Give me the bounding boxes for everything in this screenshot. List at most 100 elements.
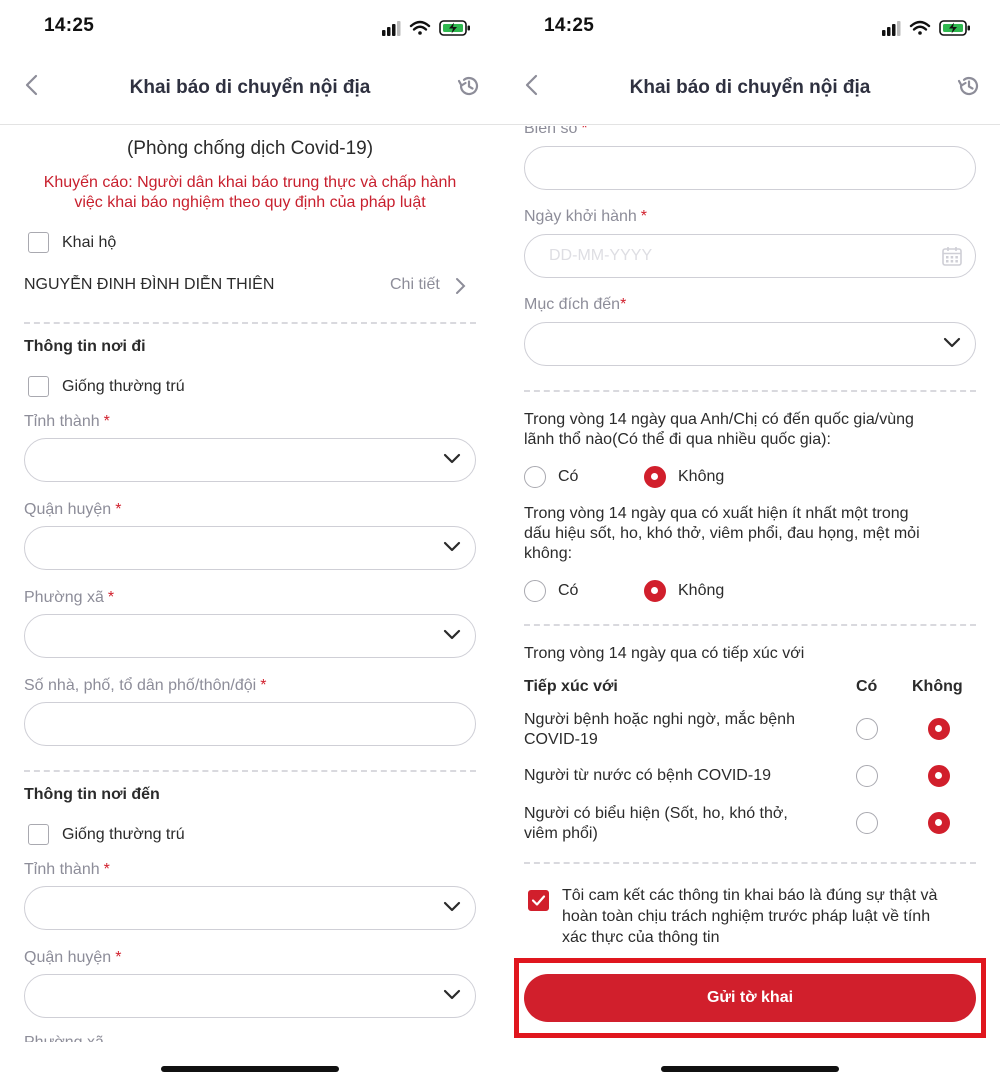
departure-date-placeholder: DD-MM-YYYY — [549, 247, 653, 264]
contact-1-yes-radio[interactable] — [856, 718, 878, 740]
status-time: 14:25 — [44, 15, 95, 36]
form-scroll-left[interactable]: (Phòng chống dịch Covid-19) Khuyến cáo: … — [0, 126, 500, 1042]
origin-district-label: Quận huyện * — [24, 501, 122, 518]
history-icon[interactable] — [456, 73, 482, 99]
commit-line-1: Tôi cam kết các thông tin khai báo là đú… — [562, 887, 938, 904]
history-icon[interactable] — [956, 73, 982, 99]
home-indicator[interactable] — [161, 1066, 339, 1072]
checkmark-icon — [531, 895, 546, 906]
form-scroll-right[interactable]: Biển số * Ngày khởi hành * DD-MM-YYYY Mục … — [500, 126, 1000, 1042]
contact-3-no-radio[interactable] — [928, 812, 950, 834]
q1-yes-radio[interactable] — [524, 466, 546, 488]
status-icons — [382, 20, 470, 36]
destination-same-residence-label: Giống thường trú — [62, 826, 185, 843]
contact-3-yes-radio[interactable] — [856, 812, 878, 834]
divider — [524, 390, 976, 392]
destination-section-title: Thông tin nơi đến — [24, 786, 160, 803]
origin-province-select[interactable] — [24, 438, 476, 482]
chevron-down-icon — [443, 453, 461, 464]
q2-yes-radio[interactable] — [524, 580, 546, 602]
contact-row-1-line-1: Người bệnh hoặc nghi ngờ, mắc bệnh — [524, 711, 795, 728]
left-screen: 14:25 Khai báo di chuyển nội địa (Phòng … — [0, 0, 500, 1082]
contact-1-no-radio[interactable] — [928, 718, 950, 740]
khai-ho-label: Khai hộ — [62, 234, 117, 251]
departure-label: Ngày khởi hành * — [524, 208, 648, 225]
purpose-label: Mục đích đến* — [524, 296, 627, 313]
warning-line-2: việc khai báo nghiệm theo quy định của p… — [74, 194, 426, 211]
right-screen: 14:25 Khai báo di chuyển nội địa Biển số… — [500, 0, 1000, 1082]
origin-address-input[interactable] — [24, 702, 476, 746]
status-bar: 14:25 — [0, 0, 500, 55]
nav-bar: Khai báo di chuyển nội địa — [500, 55, 1000, 125]
signal-icon — [882, 21, 901, 36]
nav-bar: Khai báo di chuyển nội địa — [0, 55, 500, 125]
origin-section-title: Thông tin nơi đi — [24, 338, 146, 355]
origin-province-label: Tỉnh thành * — [24, 413, 110, 430]
plate-input[interactable] — [524, 146, 976, 190]
departure-date-input[interactable]: DD-MM-YYYY — [524, 234, 976, 278]
page-title: Khai báo di chuyển nội địa — [129, 77, 371, 98]
home-indicator[interactable] — [661, 1066, 839, 1072]
destination-district-label: Quận huyện * — [24, 949, 122, 966]
divider — [24, 770, 476, 772]
q1-no-radio[interactable] — [644, 466, 666, 488]
person-name: NGUYỄN ĐINH ĐÌNH DIỄN THIÊN — [24, 276, 275, 293]
origin-district-select[interactable] — [24, 526, 476, 570]
question-2-line-2: dấu hiệu sốt, ho, khó thở, viêm phổi, đa… — [524, 525, 920, 542]
status-bar: 14:25 — [500, 0, 1000, 55]
chevron-down-icon — [443, 541, 461, 552]
status-icons — [882, 20, 970, 36]
status-time: 14:25 — [544, 15, 595, 36]
page-title: Khai báo di chuyển nội địa — [629, 77, 871, 98]
wifi-icon — [909, 20, 931, 35]
commit-checkbox[interactable] — [528, 890, 549, 911]
contact-intro: Trong vòng 14 ngày qua có tiếp xúc với — [524, 645, 805, 662]
contact-2-yes-radio[interactable] — [856, 765, 878, 787]
chevron-down-icon — [443, 989, 461, 1000]
origin-same-residence-checkbox[interactable] — [28, 376, 49, 397]
origin-ward-select[interactable] — [24, 614, 476, 658]
origin-ward-label: Phường xã * — [24, 589, 115, 606]
destination-province-label: Tỉnh thành * — [24, 861, 110, 878]
submit-button[interactable]: Gửi tờ khai — [524, 974, 976, 1022]
wifi-icon — [409, 20, 431, 35]
signal-icon — [382, 21, 401, 36]
chevron-down-icon — [943, 337, 961, 348]
contact-row-3-line-1: Người có biểu hiện (Sốt, ho, khó thở, — [524, 805, 788, 822]
destination-province-select[interactable] — [24, 886, 476, 930]
contact-header-yes: Có — [856, 678, 878, 695]
contact-row-2-line-1: Người từ nước có bệnh COVID-19 — [524, 767, 771, 784]
contact-header-label: Tiếp xúc với — [524, 678, 618, 695]
commit-line-3: xác thực của thông tin — [562, 929, 720, 946]
q1-yes-label: Có — [558, 468, 579, 485]
question-2-line-3: không: — [524, 545, 573, 562]
chevron-down-icon — [443, 629, 461, 640]
chevron-right-icon[interactable] — [454, 277, 466, 295]
q2-yes-label: Có — [558, 582, 579, 599]
battery-icon — [439, 20, 470, 36]
question-2-line-1: Trong vòng 14 ngày qua có xuất hiện ít n… — [524, 505, 909, 522]
q2-no-radio[interactable] — [644, 580, 666, 602]
chevron-down-icon — [443, 901, 461, 912]
purpose-select[interactable] — [524, 322, 976, 366]
contact-2-no-radio[interactable] — [928, 765, 950, 787]
warning-line-1: Khuyến cáo: Người dân khai báo trung thự… — [43, 174, 457, 191]
destination-district-select[interactable] — [24, 974, 476, 1018]
origin-same-residence-label: Giống thường trú — [62, 378, 185, 395]
contact-row-3-line-2: viêm phổi) — [524, 825, 598, 842]
question-1-line-2: lãnh thổ nào(Có thể đi qua nhiều quốc gi… — [524, 431, 831, 448]
divider — [524, 624, 976, 626]
khai-ho-checkbox[interactable] — [28, 232, 49, 253]
contact-row-1-line-2: COVID-19 — [524, 731, 598, 748]
destination-ward-label: Phường xã — [24, 1034, 104, 1042]
divider — [524, 862, 976, 864]
question-1-line-1: Trong vòng 14 ngày qua Anh/Chị có đến qu… — [524, 411, 914, 428]
calendar-icon[interactable] — [941, 245, 963, 267]
q2-no-label: Không — [678, 582, 725, 599]
q1-no-label: Không — [678, 468, 725, 485]
contact-header-no: Không — [912, 678, 963, 695]
destination-same-residence-checkbox[interactable] — [28, 824, 49, 845]
divider — [24, 322, 476, 324]
form-subtitle: (Phòng chống dịch Covid-19) — [126, 138, 374, 159]
detail-link[interactable]: Chi tiết — [390, 276, 440, 294]
